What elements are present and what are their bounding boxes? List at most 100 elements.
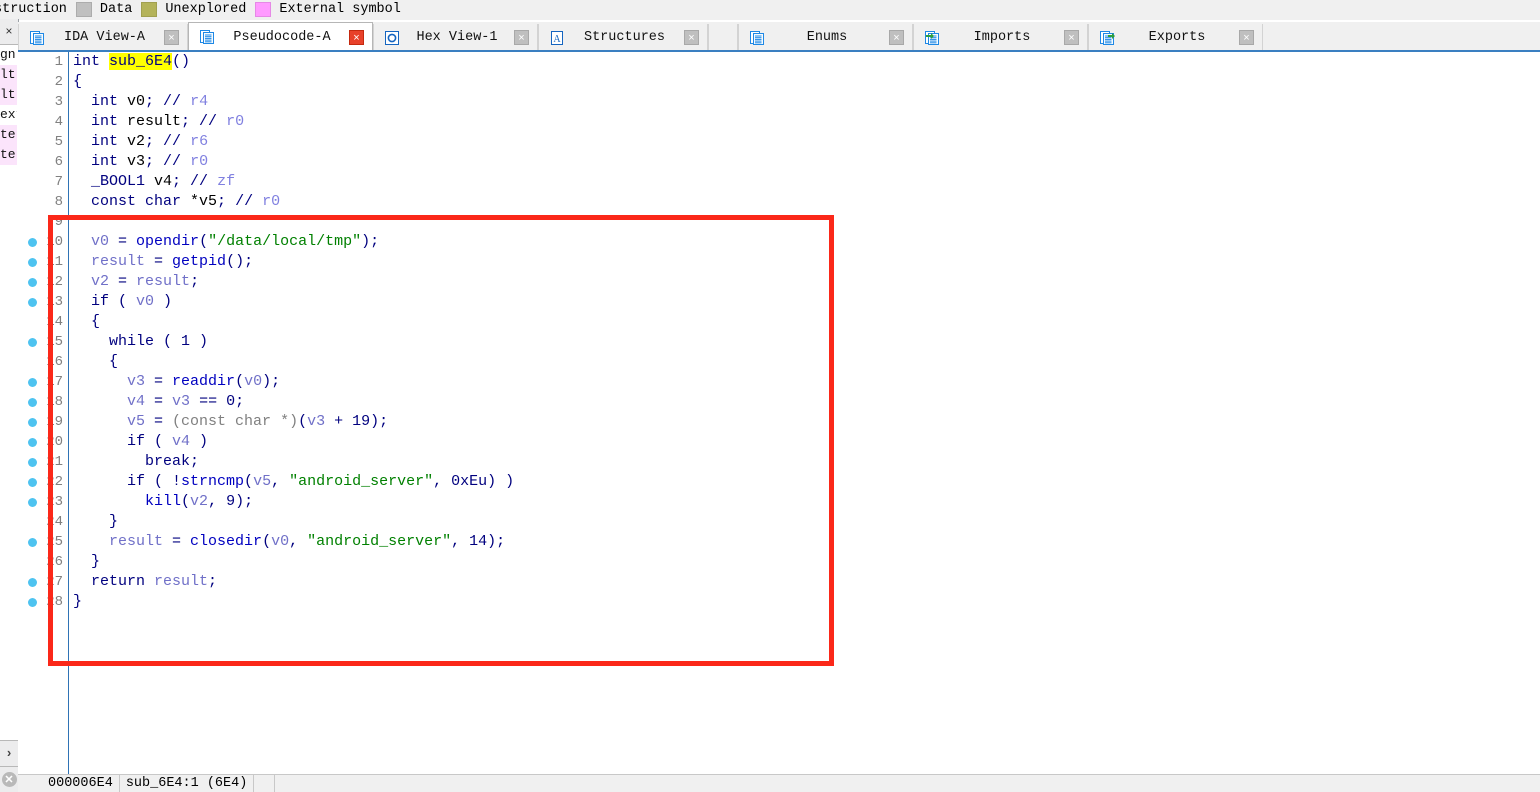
code-line[interactable]: 13 if ( v0 ) (18, 292, 1478, 312)
status-bar: 000006E4 sub_6E4:1 (6E4) (18, 774, 1540, 792)
code-token: (const char *) (172, 413, 299, 430)
code-line[interactable]: 1 int sub_6E4() (18, 52, 1478, 72)
code-token: == (190, 393, 227, 410)
code-token: ; (172, 173, 191, 190)
tab-close-icon[interactable]: × (164, 30, 179, 45)
code-line[interactable]: 28} (18, 592, 1478, 612)
code-token: int (73, 113, 128, 130)
tab-close-icon[interactable]: × (349, 29, 364, 45)
line-number: 23 (46, 494, 63, 510)
legend-label: Unexplored (165, 2, 247, 17)
code-line[interactable]: 10 v0 = opendir("/data/local/tmp"); (18, 232, 1478, 252)
code-line[interactable]: 12 v2 = result; (18, 272, 1478, 292)
code-line[interactable]: 23 kill(v2, 9); (18, 492, 1478, 512)
code-token: 14 (469, 533, 488, 550)
code-text: result = closedir(v0, "android_server", … (73, 532, 505, 552)
list-item[interactable]: te: (0, 145, 17, 165)
tab-close-icon[interactable]: × (514, 30, 529, 45)
code-line[interactable]: 25 result = closedir(v0, "android_server… (18, 532, 1478, 552)
code-token: zf (217, 173, 236, 190)
code-line[interactable]: 9 (18, 212, 1478, 232)
code-token: v4 (154, 173, 173, 190)
list-item[interactable]: lt (0, 65, 17, 85)
list-item[interactable]: lt (0, 85, 17, 105)
line-number: 17 (46, 374, 63, 390)
code-token: = (145, 393, 173, 410)
code-token: "android_server" (307, 533, 452, 550)
code-line[interactable]: 24 } (18, 512, 1478, 532)
pseudocode-view[interactable]: 1 int sub_6E4() 2{3 int v0; // r4 4 int res… (18, 52, 1540, 774)
code-line[interactable]: 17 v3 = readdir(v0); (18, 372, 1478, 392)
code-line[interactable]: 4 int result; // r0 (18, 112, 1478, 132)
code-token: ); (361, 233, 380, 250)
left-panel-close-tab[interactable]: × (0, 19, 18, 45)
code-line[interactable]: 22 if ( !strncmp(v5, "android_server", 0… (18, 472, 1478, 492)
code-line[interactable]: 14 { (18, 312, 1478, 332)
code-line[interactable]: 18 v4 = v3 == 0; (18, 392, 1478, 412)
list-item[interactable]: ext (0, 105, 17, 125)
expand-panel-button[interactable]: › (0, 740, 18, 766)
tab-exports[interactable]: Exports × (1088, 24, 1263, 51)
tab-enums[interactable]: Enums × (738, 24, 913, 51)
code-line[interactable]: 5 int v2; // r6 (18, 132, 1478, 152)
code-line[interactable]: 7 _BOOL1 v4; // zf (18, 172, 1478, 192)
code-token: int (73, 153, 128, 170)
code-token: = (109, 273, 137, 290)
left-panel-bottom-buttons: › ✕ (0, 740, 18, 792)
tab-pseudocode-a[interactable]: Pseudocode-A × (188, 22, 373, 51)
code-line[interactable]: 16 { (18, 352, 1478, 372)
code-token: v2 (127, 133, 146, 150)
code-token: r6 (190, 133, 209, 150)
code-token: // (163, 93, 191, 110)
tab-close-icon[interactable]: × (1064, 30, 1079, 45)
code-text: break; (73, 452, 199, 472)
code-line[interactable]: 15 while ( 1 ) (18, 332, 1478, 352)
code-line[interactable]: 8 const char *v5; // r0 (18, 192, 1478, 212)
code-line[interactable]: 3 int v0; // r4 (18, 92, 1478, 112)
code-line[interactable]: 11 result = getpid(); (18, 252, 1478, 272)
code-token: result (91, 253, 146, 270)
tab-ida-view-a[interactable]: IDA View-A × (18, 24, 188, 51)
code-token: } (73, 513, 119, 530)
list-item[interactable]: gn (0, 45, 17, 65)
code-line[interactable]: 21 break; (18, 452, 1478, 472)
code-line[interactable]: 20 if ( v4 ) (18, 432, 1478, 452)
line-number: 18 (46, 394, 63, 410)
close-panel-button[interactable]: ✕ (0, 766, 18, 792)
line-number: 2 (54, 74, 63, 90)
tab-close-icon[interactable]: × (1239, 30, 1254, 45)
list-item[interactable]: te: (0, 125, 17, 145)
code-token: sub_6E4 (109, 53, 173, 70)
code-line[interactable]: 26 } (18, 552, 1478, 572)
code-token: closedir (190, 533, 263, 550)
code-token: r0 (190, 153, 209, 170)
code-token: ; (145, 93, 164, 110)
code-text: } (73, 512, 118, 532)
tab-close-icon[interactable]: × (684, 30, 699, 45)
tab-close-icon[interactable]: × (889, 30, 904, 45)
line-number: 26 (46, 554, 63, 570)
code-token: 9 (226, 493, 236, 510)
code-line[interactable]: 6 int v3; // r0 (18, 152, 1478, 172)
code-token: , (451, 533, 470, 550)
code-line[interactable]: 27 return result; (18, 572, 1478, 592)
tab-hex-view-1[interactable]: Hex View-1 × (373, 24, 538, 51)
code-text: } (73, 552, 100, 572)
code-text: v0 = opendir("/data/local/tmp"); (73, 232, 379, 252)
left-panel-list[interactable]: gnltltextte:te: (0, 45, 17, 165)
view-tab-bar[interactable]: IDA View-A × Pseudocode-A × Hex View-1 × A Stru… (18, 22, 1540, 51)
code-text: return result; (73, 572, 217, 592)
code-token: = (163, 533, 191, 550)
code-token: const char (73, 193, 191, 210)
code-line[interactable]: 19 v5 = (const char *)(v3 + 19); (18, 412, 1478, 432)
tab-imports[interactable]: Imports × (913, 24, 1088, 51)
tab-structures[interactable]: A Structures × (538, 24, 708, 51)
code-token: ); (235, 493, 254, 510)
code-token: ( (235, 373, 245, 390)
code-token: // (199, 113, 227, 130)
code-text: _BOOL1 v4; // zf (73, 172, 235, 192)
tab-blank[interactable] (708, 24, 738, 51)
code-token: "/data/local/tmp" (208, 233, 362, 250)
code-line[interactable]: 2{ (18, 72, 1478, 92)
